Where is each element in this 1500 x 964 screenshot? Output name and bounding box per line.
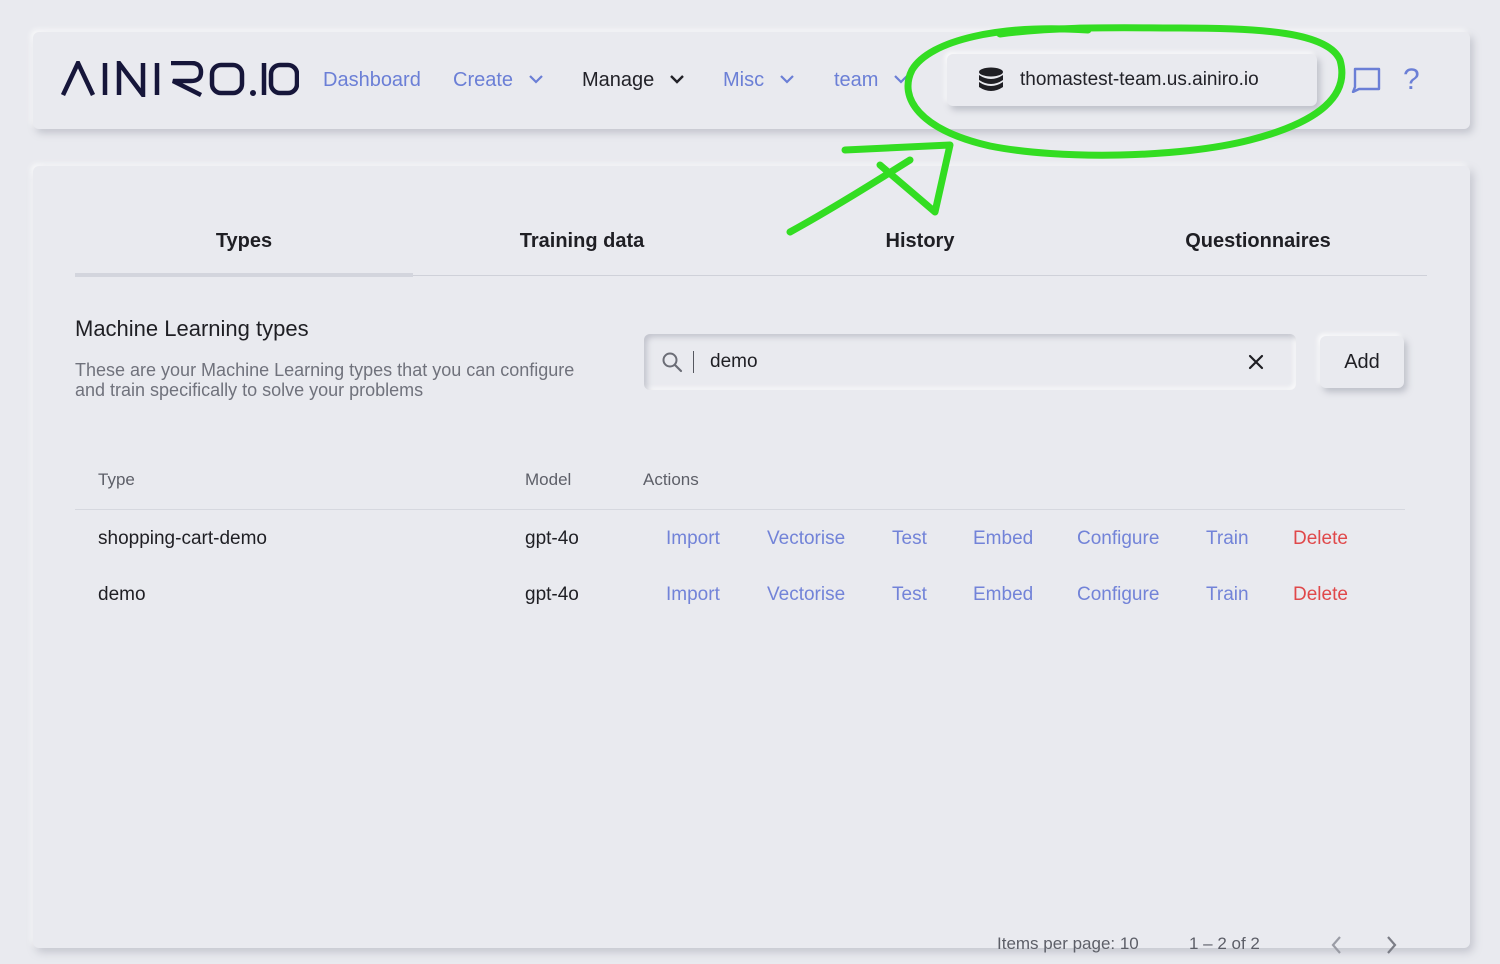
header-model: Model [525, 470, 572, 489]
tab-questionnaires[interactable]: Questionnaires [1089, 216, 1427, 275]
nav-dashboard-label: Dashboard [323, 69, 421, 91]
chevron-down-icon [669, 75, 684, 84]
delete-button[interactable]: Delete [1293, 584, 1348, 606]
nav-manage-label: Manage [582, 69, 655, 91]
nav-team-label: team [834, 69, 879, 91]
database-icon [979, 67, 1003, 91]
search-cursor-divider [693, 351, 694, 373]
chevron-right-icon[interactable] [1381, 934, 1401, 956]
nav-manage[interactable]: Manage [582, 67, 686, 93]
row-type-name: shopping-cart-demo [98, 528, 267, 549]
table-row: shopping-cart-demo gpt-4o Import Vectori… [75, 510, 1405, 566]
nav-create-label: Create [453, 69, 514, 91]
nav-team[interactable]: team [834, 67, 910, 93]
page-range-label: 1 – 2 of 2 [1189, 934, 1260, 953]
ml-types-card: Types Training data History Questionnair… [33, 166, 1470, 954]
chevron-down-icon [894, 75, 908, 84]
embed-button[interactable]: Embed [973, 584, 1033, 606]
row-model: gpt-4o [525, 528, 579, 549]
row-type-name: demo [98, 584, 146, 605]
search-box [644, 334, 1296, 390]
header-type: Type [98, 470, 135, 489]
section-title: Machine Learning types [75, 316, 309, 341]
chevron-down-icon [779, 75, 794, 84]
tab-bar: Types Training data History Questionnair… [75, 216, 1427, 277]
close-icon[interactable] [1248, 354, 1264, 370]
header-actions: Actions [643, 470, 699, 489]
chevron-down-icon [528, 75, 543, 84]
chat-icon[interactable] [1349, 67, 1381, 93]
configure-button[interactable]: Configure [1077, 584, 1159, 606]
vectorise-button[interactable]: Vectorise [767, 528, 845, 550]
nav-create[interactable]: Create [453, 67, 545, 93]
add-button[interactable]: Add [1320, 336, 1404, 388]
train-button[interactable]: Train [1206, 584, 1249, 606]
section-description: These are your Machine Learning types th… [75, 360, 575, 400]
chevron-left-icon[interactable] [1327, 934, 1347, 956]
ainiro-logo[interactable] [61, 61, 299, 97]
embed-button[interactable]: Embed [973, 528, 1033, 550]
nav-misc[interactable]: Misc [723, 67, 796, 93]
cloudlet-domain-button[interactable]: thomastest-team.us.ainiro.io [947, 54, 1317, 106]
tab-history-label: History [885, 230, 955, 252]
search-input[interactable] [708, 350, 1238, 374]
tab-questionnaires-label: Questionnaires [1185, 230, 1331, 252]
tab-training-data[interactable]: Training data [413, 216, 751, 275]
help-icon[interactable]: ? [1403, 62, 1420, 98]
import-button[interactable]: Import [666, 528, 720, 550]
delete-button[interactable]: Delete [1293, 528, 1348, 550]
tab-history[interactable]: History [751, 216, 1089, 275]
tab-types-label: Types [215, 230, 273, 252]
import-button[interactable]: Import [666, 584, 720, 606]
table-header: Type Model Actions [75, 448, 1405, 510]
nav-misc-label: Misc [723, 69, 765, 91]
configure-button[interactable]: Configure [1077, 528, 1159, 550]
cloudlet-domain-label: thomastest-team.us.ainiro.io [1020, 69, 1259, 90]
test-button[interactable]: Test [892, 528, 927, 550]
train-button[interactable]: Train [1206, 528, 1249, 550]
tab-training-data-label: Training data [519, 230, 645, 252]
vectorise-button[interactable]: Vectorise [767, 584, 845, 606]
table-row: demo gpt-4o Import Vectorise Test Embed … [75, 566, 1405, 622]
search-icon [662, 352, 683, 373]
paginator: Items per page: 10 1 – 2 of 2 [75, 934, 1405, 964]
test-button[interactable]: Test [892, 584, 927, 606]
tab-types[interactable]: Types [75, 216, 413, 277]
nav-dashboard[interactable]: Dashboard [323, 67, 421, 93]
items-per-page[interactable]: Items per page: 10 [997, 934, 1139, 954]
top-navbar: Dashboard Create Manage Misc team thomas… [33, 32, 1470, 129]
row-model: gpt-4o [525, 584, 579, 605]
ml-types-table: Type Model Actions shopping-cart-demo gp… [75, 448, 1405, 954]
